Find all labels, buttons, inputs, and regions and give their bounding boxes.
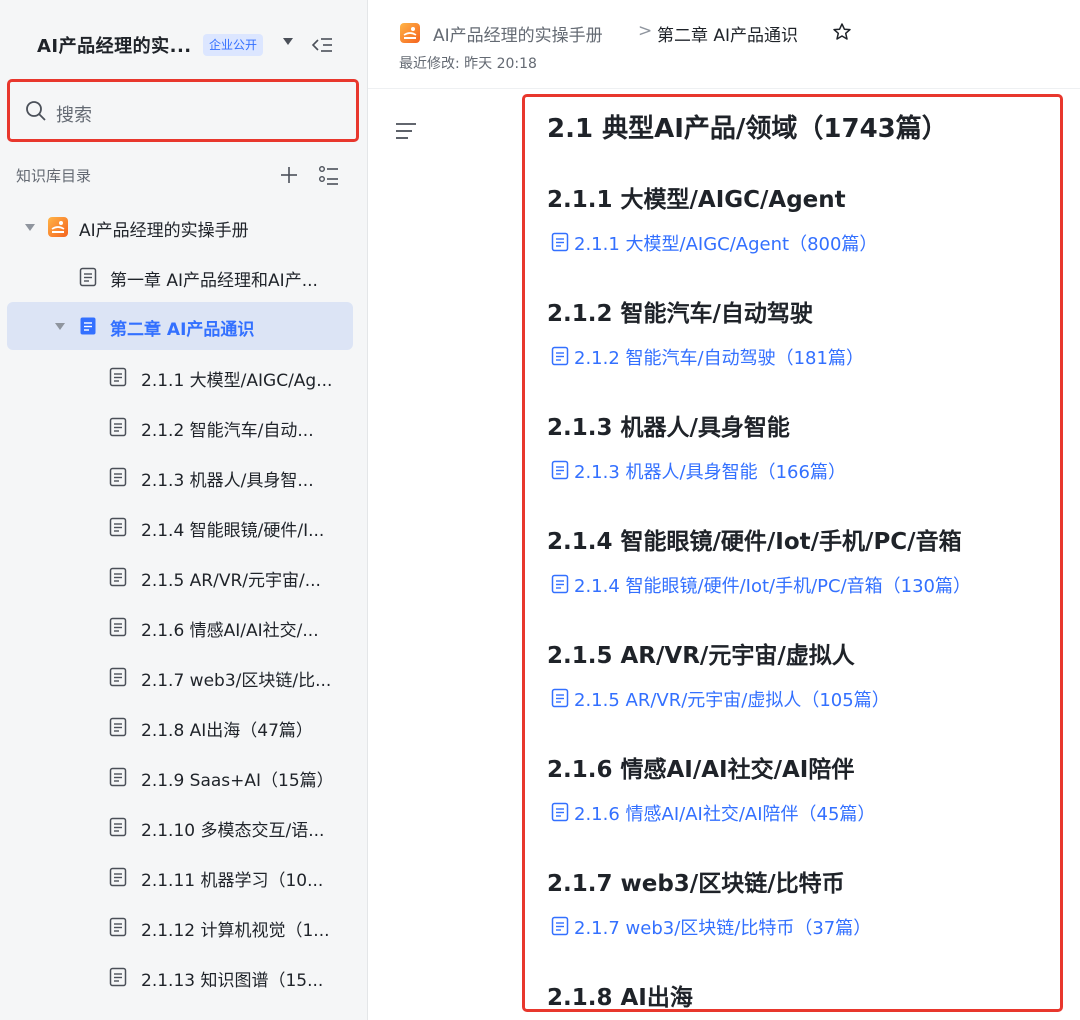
tree-item-label: 2.1.2 智能汽车/自动... <box>141 421 314 441</box>
tree-item-label: 第一章 AI产品经理和AI产... <box>110 271 318 291</box>
document-icon <box>551 916 569 936</box>
tree-item-label: 第二章 AI产品通识 <box>110 320 255 340</box>
knowledge-base-icon <box>400 23 420 43</box>
header-divider <box>368 88 1080 89</box>
tree-item-label: 2.1.10 多模态交互/语... <box>141 821 325 841</box>
doc-link-text[interactable]: 2.1.5 AR/VR/元宇宙/虚拟人（105篇） <box>574 686 890 712</box>
doc-link-text[interactable]: 2.1.2 智能汽车/自动驾驶（181篇） <box>574 344 864 370</box>
tree-item[interactable]: 2.1.3 机器人/具身智... <box>0 454 368 500</box>
directory-label: 知识库目录 <box>16 167 92 185</box>
document-icon <box>109 617 127 637</box>
tree-item[interactable]: 2.1.12 计算机视觉（1... <box>0 904 368 950</box>
knowledge-base-icon <box>48 217 68 237</box>
tree-item-label: 2.1.7 web3/区块链/比... <box>141 671 332 691</box>
collapse-sidebar-icon[interactable] <box>311 34 333 56</box>
document-icon <box>551 688 569 708</box>
document-icon <box>109 717 127 737</box>
tree-item[interactable]: 2.1.6 情感AI/AI社交/... <box>0 604 368 650</box>
document-icon <box>109 817 127 837</box>
tree-item[interactable]: 2.1.5 AR/VR/元宇宙/... <box>0 554 368 600</box>
search-icon <box>26 101 46 121</box>
document-icon <box>80 317 96 335</box>
document-icon <box>109 917 127 937</box>
visibility-badge: 企业公开 <box>203 34 264 56</box>
breadcrumb-current[interactable]: 第二章 AI产品通识 <box>657 21 798 46</box>
tree-item-label: 2.1.3 机器人/具身智... <box>141 471 314 491</box>
last-modified-text: 最近修改: 昨天 20:18 <box>399 56 537 72</box>
star-icon[interactable] <box>832 22 852 42</box>
add-icon[interactable] <box>278 164 300 186</box>
document-icon <box>109 367 127 387</box>
tree-item[interactable]: 2.1.10 多模态交互/语... <box>0 804 368 850</box>
document-icon <box>551 460 569 480</box>
expand-caret-icon[interactable] <box>55 323 65 330</box>
tree-item[interactable]: 2.1.8 AI出海（47篇） <box>0 704 368 750</box>
document-icon <box>109 417 127 437</box>
document-icon <box>109 467 127 487</box>
tree-item-label: 2.1.6 情感AI/AI社交/... <box>141 621 319 641</box>
tree-item-label: 2.1.12 计算机视觉（1... <box>141 921 330 941</box>
subsection-heading: 2.1.2 智能汽车/自动驾驶 <box>547 301 813 327</box>
document-icon <box>79 267 97 287</box>
tree-item[interactable]: 2.1.11 机器学习（10... <box>0 854 368 900</box>
search-input[interactable]: 搜索 <box>7 79 359 142</box>
doc-link-text[interactable]: 2.1.3 机器人/具身智能（166篇） <box>574 458 846 484</box>
knowledge-base-title[interactable]: AI产品经理的实... <box>37 32 192 58</box>
tree-item-chapter-1[interactable]: 第一章 AI产品经理和AI产... <box>0 254 368 300</box>
tree-item-label: 2.1.8 AI出海（47篇） <box>141 721 313 741</box>
document-icon <box>109 517 127 537</box>
document-icon <box>551 346 569 366</box>
tree-item[interactable]: 2.1.9 Saas+AI（15篇） <box>0 754 368 800</box>
document-icon <box>109 767 127 787</box>
tree-item[interactable]: 2.1.2 智能汽车/自动... <box>0 404 368 450</box>
tree-root-label: AI产品经理的实操手册 <box>79 221 249 241</box>
doc-link-text[interactable]: 2.1.6 情感AI/AI社交/AI陪伴（45篇） <box>574 800 875 826</box>
document-icon <box>551 802 569 822</box>
subsection-heading: 2.1.6 情感AI/AI社交/AI陪伴 <box>547 757 855 783</box>
subsection-heading: 2.1.3 机器人/具身智能 <box>547 415 790 441</box>
document-icon <box>109 967 127 987</box>
subsection-heading: 2.1.7 web3/区块链/比特币 <box>547 871 845 897</box>
tree-item[interactable]: 2.1.1 大模型/AIGC/Ag... <box>0 354 368 400</box>
tree-item-label: 2.1.13 知识图谱（15... <box>141 971 324 991</box>
doc-link-text[interactable]: 2.1.4 智能眼镜/硬件/Iot/手机/PC/音箱（130篇） <box>574 572 971 598</box>
document-icon <box>551 232 569 252</box>
subsection-heading: 2.1.5 AR/VR/元宇宙/虚拟人 <box>547 643 855 669</box>
document-icon <box>109 667 127 687</box>
tree-item-chapter-2[interactable]: 第二章 AI产品通识 <box>7 302 353 350</box>
search-placeholder: 搜索 <box>56 105 92 126</box>
table-of-contents-icon[interactable] <box>394 121 418 141</box>
section-heading: 2.1 典型AI产品/领域（1743篇） <box>547 114 948 144</box>
subsection-heading: 2.1.4 智能眼镜/硬件/Iot/手机/PC/音箱 <box>547 529 962 555</box>
tree-item[interactable]: 2.1.13 知识图谱（15... <box>0 954 368 1000</box>
doc-link-text[interactable]: 2.1.1 大模型/AIGC/Agent（800篇） <box>574 230 877 256</box>
tree-item-label: 2.1.9 Saas+AI（15篇） <box>141 771 334 791</box>
tree-item[interactable]: 2.1.7 web3/区块链/比... <box>0 654 368 700</box>
tree-item[interactable]: 2.1.4 智能眼镜/硬件/I... <box>0 504 368 550</box>
chevron-down-icon[interactable] <box>283 38 293 45</box>
list-options-icon[interactable] <box>318 164 340 186</box>
doc-link-text[interactable]: 2.1.7 web3/区块链/比特币（37篇） <box>574 914 871 940</box>
tree-item-label: 2.1.1 大模型/AIGC/Ag... <box>141 371 333 391</box>
breadcrumb-root[interactable]: AI产品经理的实操手册 <box>433 21 603 46</box>
document-icon <box>551 574 569 594</box>
document-icon <box>109 567 127 587</box>
tree-root-item[interactable]: AI产品经理的实操手册 <box>0 204 368 250</box>
subsection-heading: 2.1.8 AI出海 <box>547 985 693 1011</box>
subsection-heading: 2.1.1 大模型/AIGC/Agent <box>547 187 846 213</box>
tree-item-label: 2.1.5 AR/VR/元宇宙/... <box>141 571 321 591</box>
tree-item-label: 2.1.11 机器学习（10... <box>141 871 324 891</box>
sidebar: AI产品经理的实... 企业公开 搜索 知识库目录 AI产品经理的实操手册 第一… <box>0 0 368 1020</box>
document-icon <box>109 867 127 887</box>
breadcrumb-separator: > <box>638 21 653 41</box>
tree-item-label: 2.1.4 智能眼镜/硬件/I... <box>141 521 325 541</box>
expand-caret-icon[interactable] <box>25 224 35 231</box>
